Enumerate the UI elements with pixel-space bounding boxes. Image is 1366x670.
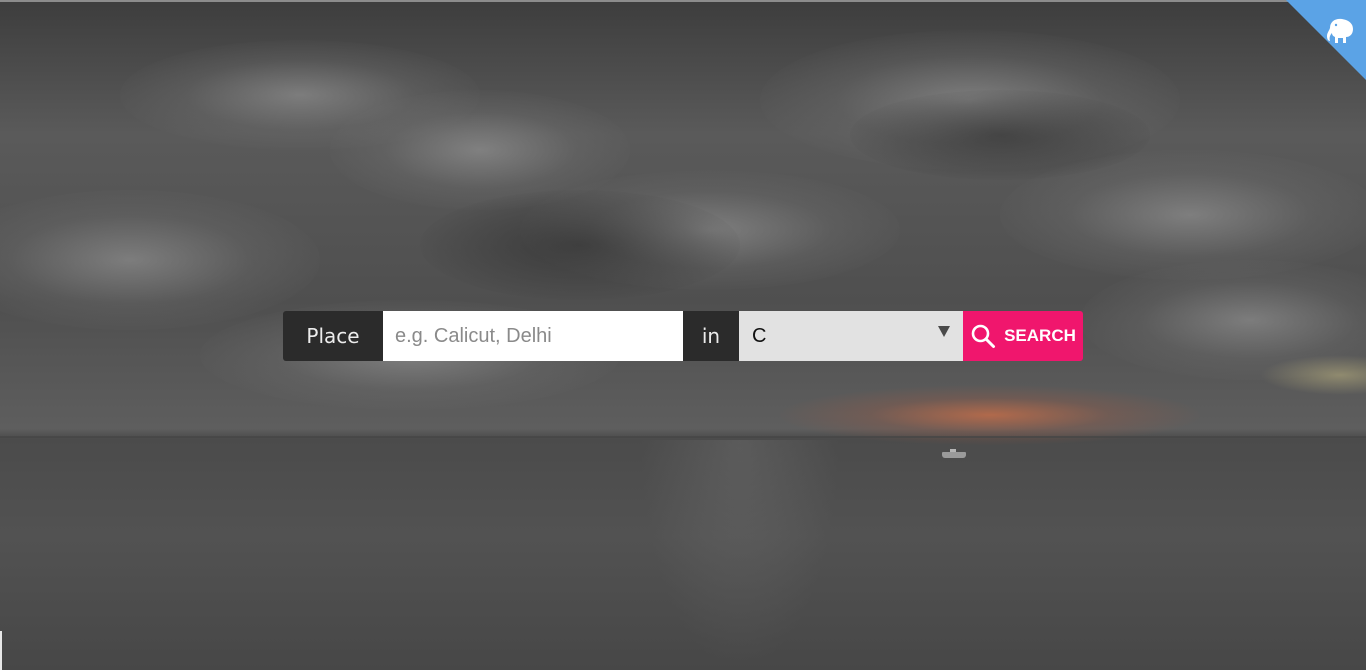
- category-select[interactable]: C: [739, 311, 963, 361]
- edge-mark: [0, 631, 2, 670]
- place-input[interactable]: [383, 311, 683, 361]
- in-label: in: [683, 311, 739, 361]
- cloud: [0, 190, 320, 330]
- cloud-shadow: [420, 190, 740, 300]
- boat: [942, 449, 966, 458]
- caret-down-icon: [938, 326, 950, 337]
- corner-ribbon[interactable]: [1286, 0, 1366, 80]
- search-bar: Place in C SEARCH: [283, 311, 1083, 361]
- place-label: Place: [283, 311, 383, 361]
- elephant-logo-icon: [1327, 18, 1353, 43]
- search-icon: [971, 324, 996, 348]
- search-button-label: SEARCH: [1004, 326, 1076, 345]
- sea-reflection: [640, 440, 840, 670]
- category-selected-value: C: [752, 325, 767, 347]
- cloud-shadow: [850, 90, 1150, 180]
- top-border-line: [0, 0, 1366, 2]
- horizon-line: [0, 436, 1366, 438]
- search-button[interactable]: SEARCH: [963, 311, 1083, 361]
- cloud: [120, 40, 480, 150]
